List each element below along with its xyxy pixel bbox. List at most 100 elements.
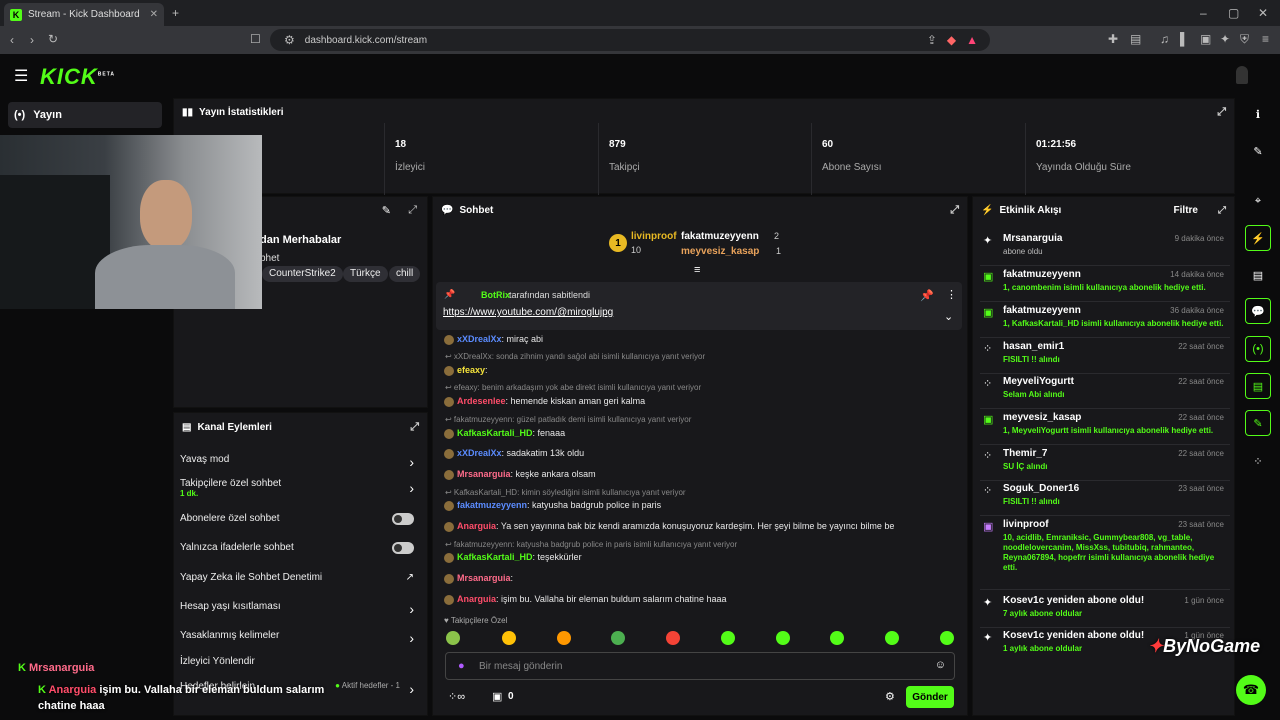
chat-username[interactable]: Mrsanarguia — [457, 573, 511, 583]
close-tab-icon[interactable]: ✕ — [150, 9, 158, 20]
expand-icon[interactable]: ⤢ — [950, 204, 959, 217]
activity-event[interactable]: ▣ livinproof 23 saat önce 10, acidlib, Emra… — [980, 519, 1230, 572]
reload-icon[interactable]: ↻ — [48, 32, 58, 46]
forward-icon[interactable]: › — [30, 33, 34, 47]
emote-icon[interactable] — [446, 631, 460, 645]
activity-event[interactable]: ⁘ hasan_emir1 22 saat önce FISILTI !! alınd… — [980, 341, 1230, 373]
tools-toggle-icon[interactable]: ✎ — [1245, 410, 1271, 436]
sidebar-item-yayin[interactable]: (•) Yayın — [8, 102, 162, 128]
send-button[interactable]: Gönder — [906, 686, 954, 708]
expand-icon[interactable]: ⤢ — [408, 204, 417, 217]
emote-icon[interactable] — [830, 631, 844, 645]
brave-shield-icon[interactable]: ◆ — [947, 33, 956, 47]
kick-points-icon[interactable]: ⁘ — [1245, 448, 1271, 474]
chat-message[interactable]: Ardesenlee: hemende kiskan aman geri kal… — [444, 396, 645, 407]
tag-chip[interactable]: Türkçe — [343, 266, 388, 282]
chat-message[interactable]: Mrsanarguia: keşke ankara olsam — [444, 469, 596, 480]
kick-logo[interactable]: KICKBETA — [40, 64, 115, 90]
emote-icon[interactable] — [885, 631, 899, 645]
edit-icon[interactable]: ✎ — [382, 204, 391, 217]
chat-username[interactable]: Anarguia — [457, 521, 496, 531]
chat-username[interactable]: Mrsanarguia — [457, 469, 511, 479]
chat-username[interactable]: KafkasKartali_HD — [457, 552, 533, 562]
sidebar-toggle-icon[interactable]: ▌ — [1180, 32, 1189, 46]
edit-icon[interactable]: ✎ — [1245, 138, 1271, 164]
second-gifter-name[interactable]: fakatmuzeyyenn — [681, 231, 759, 242]
more-options-icon[interactable]: ⋮ — [946, 288, 957, 301]
top-gifter-name[interactable]: livinproof — [631, 231, 677, 242]
expand-icon[interactable]: ⤢ — [1218, 205, 1226, 216]
activity-toggle-icon[interactable]: ⚡ — [1245, 225, 1271, 251]
activity-event[interactable]: ✦ Kosev1c yeniden abone oldu! 1 gün önce 7 … — [980, 595, 1230, 627]
maximize-icon[interactable]: ▢ — [1228, 6, 1239, 20]
chat-input[interactable]: ● Bir mesaj gönderin ☺ — [445, 652, 955, 680]
back-icon[interactable]: ‹ — [10, 33, 14, 47]
wallet-icon[interactable]: ▣ — [1200, 32, 1211, 46]
ai-icon[interactable]: ✦ — [1220, 32, 1230, 46]
third-gifter-name[interactable]: meyvesiz_kasap — [681, 246, 759, 257]
profile-avatar[interactable] — [1236, 66, 1248, 84]
emote-icon[interactable] — [611, 631, 625, 645]
chat-username[interactable]: Anarguia — [457, 594, 496, 604]
chat-message[interactable]: KafkasKartali_HD: fenaaa — [444, 428, 565, 439]
reader-icon[interactable]: ▤ — [1130, 32, 1141, 46]
chevron-down-icon[interactable]: ⌄ — [944, 310, 953, 323]
chat-username[interactable]: xXDrealXx — [457, 334, 502, 344]
share-icon[interactable]: ⇪ — [927, 33, 937, 47]
raid-row[interactable]: İzleyici Yönlendir — [180, 656, 420, 670]
activity-event[interactable]: ▣ fakatmuzeyyenn 36 dakika önce 1, KafkasKa… — [980, 305, 1230, 337]
chat-username[interactable]: Ardesenlee — [457, 396, 506, 406]
chat-message[interactable]: Mrsanarguia: — [444, 573, 513, 584]
rewards-icon[interactable]: ▲ — [966, 33, 978, 47]
notes-icon[interactable]: ▤ — [1245, 262, 1271, 288]
gift-icon[interactable]: ▣ — [492, 690, 502, 703]
emote-only-toggle[interactable] — [392, 542, 414, 554]
subscribers-only-row[interactable]: Abonelere özel sohbet — [180, 513, 420, 527]
bookmark-icon[interactable]: ☐ — [250, 32, 261, 46]
activity-event[interactable]: ▣ fakatmuzeyyenn 14 dakika önce 1, canomben… — [980, 269, 1230, 301]
pinned-link[interactable]: https://www.youtube.com/@miroglujpg — [443, 307, 613, 318]
vpn-icon[interactable]: ⛨ — [1240, 32, 1249, 47]
filter-lines-icon[interactable]: ≡ — [694, 264, 700, 276]
activity-event[interactable]: ⁘ Soguk_Doner16 23 saat önce FISILTI !! alı… — [980, 483, 1230, 515]
broadcast-toggle-icon[interactable]: (•) — [1245, 336, 1271, 362]
capture-icon[interactable]: ⌖ — [1245, 188, 1271, 214]
hamburger-menu-icon[interactable]: ☰ — [14, 66, 28, 86]
new-tab-icon[interactable]: + — [172, 6, 179, 20]
emote-icon[interactable] — [557, 631, 571, 645]
activity-event[interactable]: ▣ meyvesiz_kasap 22 saat önce 1, MeyveliYog… — [980, 412, 1230, 444]
chat-username[interactable]: xXDrealXx — [457, 448, 502, 458]
chat-toggle-icon[interactable]: 💬 — [1245, 298, 1271, 324]
activity-event[interactable]: ✦ Mrsanarguia 9 dakika önce abone oldu — [980, 233, 1230, 265]
chat-message[interactable]: xXDrealXx: miraç abi — [444, 334, 543, 345]
chat-message[interactable]: xXDrealXx: sadakatim 13k oldu — [444, 448, 584, 459]
unpin-icon[interactable]: 📌 — [920, 289, 934, 302]
emote-only-row[interactable]: Yalnızca ifadelerle sohbet — [180, 542, 420, 556]
account-age-row[interactable]: Hesap yaşı kısıtlaması › — [180, 601, 420, 617]
filter-button[interactable]: Filtre — [1174, 205, 1198, 216]
info-icon[interactable]: ℹ — [1245, 101, 1271, 127]
tag-chip[interactable]: chill — [389, 266, 421, 282]
emoji-icon[interactable]: ☺ — [935, 659, 946, 671]
expand-icon[interactable]: ⤢ — [410, 421, 419, 434]
emote-icon[interactable] — [666, 631, 680, 645]
emote-icon[interactable] — [776, 631, 790, 645]
mic-icon[interactable]: ● — [458, 660, 465, 672]
kick-points-icon[interactable]: ⁘∞ — [448, 690, 465, 703]
settings-icon[interactable]: ⚙ — [885, 690, 895, 703]
address-bar[interactable]: ⚙ dashboard.kick.com/stream ⇪ ◆ ▲ — [270, 29, 990, 51]
banned-words-row[interactable]: Yasaklanmış kelimeler › — [180, 630, 420, 646]
chat-username[interactable]: fakatmuzeyyenn — [457, 500, 527, 510]
chat-username[interactable]: efeaxy — [457, 365, 485, 375]
activity-event[interactable]: ⁘ MeyveliYogurtt 22 saat önce Selam Abi alı… — [980, 376, 1230, 408]
emote-icon[interactable] — [502, 631, 516, 645]
subscribers-only-toggle[interactable] — [392, 513, 414, 525]
chat-message[interactable]: efeaxy: — [444, 365, 488, 376]
chat-message[interactable]: Anarguia: işim bu. Vallaha bir eleman bu… — [444, 594, 726, 605]
extensions-icon[interactable]: ✚ — [1108, 32, 1118, 46]
followers-only-row[interactable]: Takipçilere özel sohbet 1 dk. › — [180, 478, 420, 502]
chat-message[interactable]: fakatmuzeyyenn: katyusha badgrub police … — [444, 500, 661, 511]
chat-username[interactable]: KafkasKartali_HD — [457, 428, 533, 438]
chat-message[interactable]: Anarguia: Ya sen yayınına bak biz kendi … — [444, 521, 894, 532]
chat-message[interactable]: KafkasKartali_HD: teşekkürler — [444, 552, 582, 563]
